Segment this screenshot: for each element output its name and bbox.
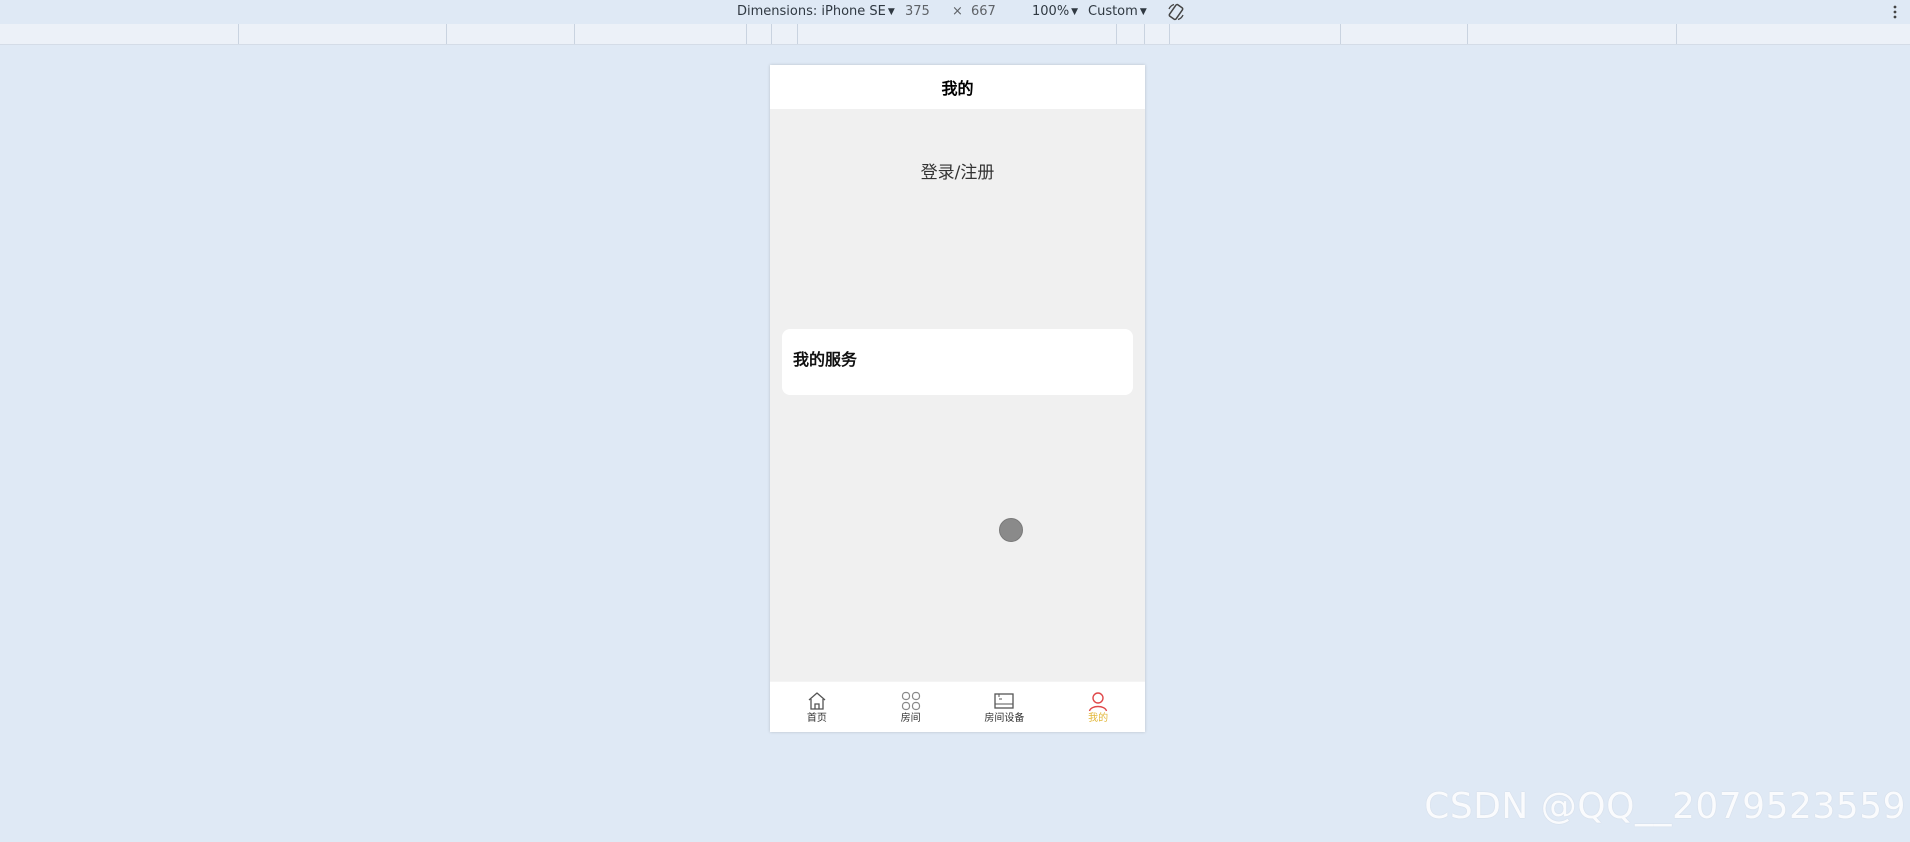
media-query-ruler[interactable] [0,24,1910,45]
tab-room-devices-label: 房间设备 [984,713,1025,724]
home-icon [808,692,826,710]
width-input[interactable]: 375 [905,4,930,20]
rotate-icon[interactable] [1166,2,1186,22]
device-select-label: Dimensions: iPhone SE [737,4,886,19]
grid-icon [901,691,920,711]
device-viewport: 我的 登录/注册 我的服务 首页 房间 房间设备 我的 [770,65,1145,732]
devtools-toolbar: Dimensions: iPhone SE ▼ 375 × 667 100% ▼ C… [0,0,1910,24]
ruler-mark[interactable] [238,24,239,44]
tab-rooms[interactable]: 房间 [864,682,958,732]
my-services-card: 我的服务 [782,329,1133,395]
device-icon [994,693,1015,709]
times-sign: × [952,4,963,19]
ruler-mark[interactable] [1676,24,1677,44]
zoom-select[interactable]: 100% ▼ [1032,4,1078,20]
tab-rooms-label: 房间 [900,713,921,724]
ruler-mark[interactable] [574,24,575,44]
ruler-mark[interactable] [1467,24,1468,44]
caret-down-icon: ▼ [1071,7,1079,17]
throttle-select[interactable]: Custom ▼ [1088,4,1147,20]
ruler-mark[interactable] [1144,24,1145,44]
kebab-icon[interactable] [1892,2,1898,22]
my-services-title: 我的服务 [793,350,858,369]
height-input[interactable]: 667 [971,4,996,20]
tab-mine[interactable]: 我的 [1051,682,1145,732]
watermark: CSDN @QQ__2079523559 [1424,786,1906,827]
tab-home[interactable]: 首页 [770,682,864,732]
touch-emulation-cursor [999,518,1023,542]
tab-home-label: 首页 [806,713,827,724]
login-register-link[interactable]: 登录/注册 [770,158,1145,183]
ruler-mark[interactable] [446,24,447,44]
ruler-mark[interactable] [771,24,772,44]
ruler-mark[interactable] [746,24,747,44]
ruler-mark[interactable] [1169,24,1170,44]
tab-room-devices[interactable]: 房间设备 [958,682,1052,732]
zoom-label: 100% [1032,4,1070,19]
ruler-mark[interactable] [1340,24,1341,44]
tab-bar: 首页 房间 房间设备 我的 [770,681,1145,732]
throttle-label: Custom [1088,4,1138,19]
user-icon [1088,692,1108,712]
navigation-header: 我的 [770,65,1145,109]
caret-down-icon: ▼ [1139,7,1147,17]
ruler-mark[interactable] [797,24,798,44]
caret-down-icon: ▼ [887,7,895,17]
ruler-mark[interactable] [1116,24,1117,44]
tab-mine-label: 我的 [1088,713,1109,724]
device-select[interactable]: Dimensions: iPhone SE ▼ [737,4,895,20]
page-title: 我的 [941,79,974,98]
